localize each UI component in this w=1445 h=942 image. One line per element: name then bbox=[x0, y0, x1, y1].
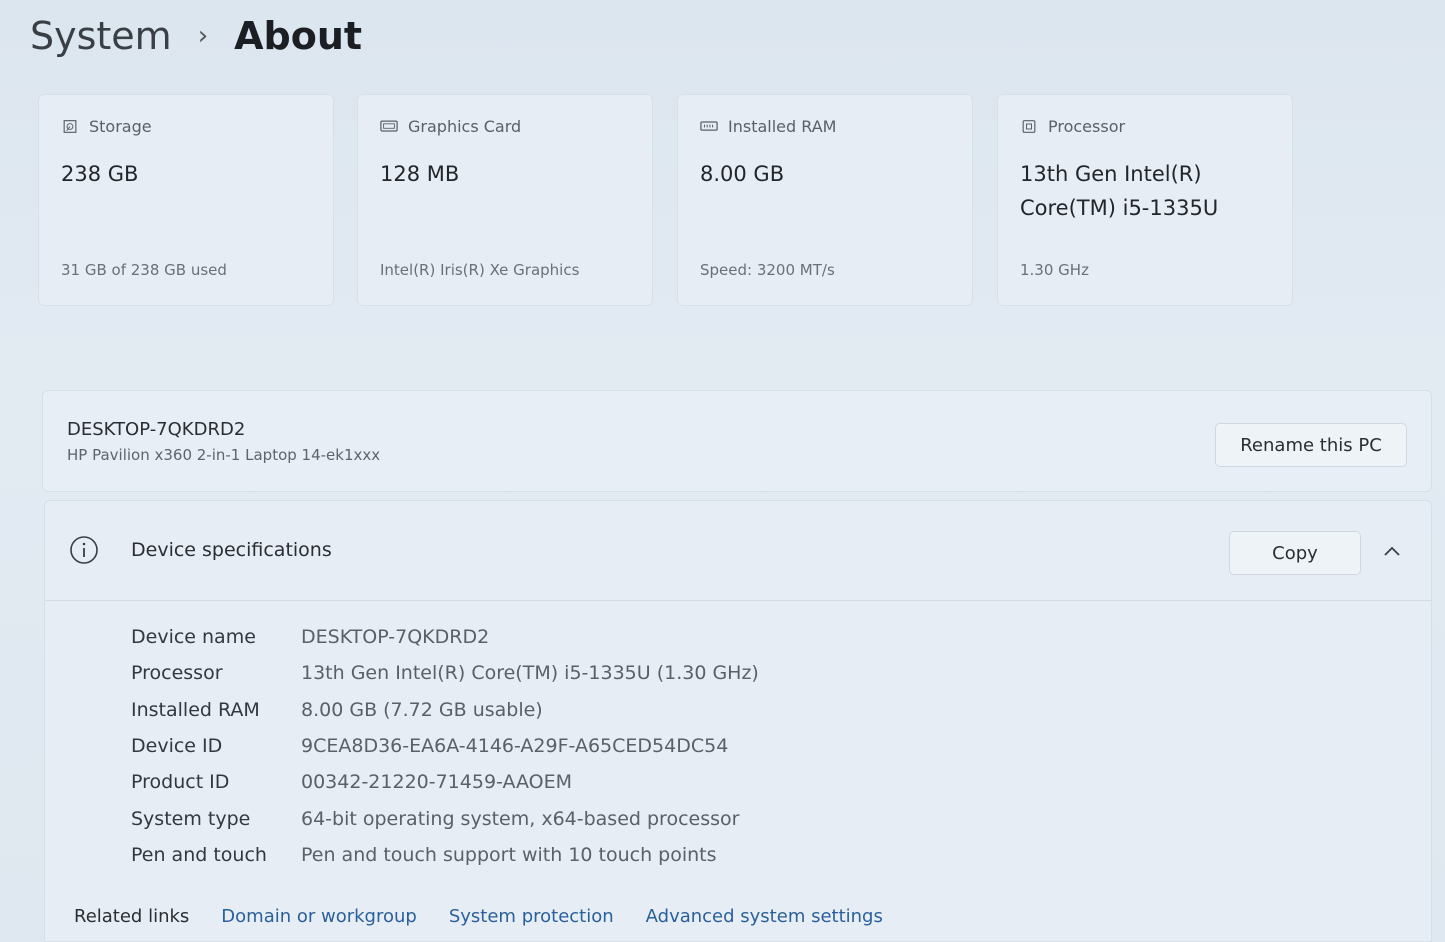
installed-ram-speed: Speed: 3200 MT/s bbox=[700, 261, 835, 279]
ram-icon bbox=[700, 121, 718, 131]
breadcrumb: System › About bbox=[30, 14, 362, 58]
spec-value: 00342-21220-71459-AAOEM bbox=[301, 771, 573, 794]
domain-or-workgroup-link[interactable]: Domain or workgroup bbox=[221, 906, 417, 927]
chevron-up-icon[interactable] bbox=[1381, 543, 1403, 559]
storage-icon bbox=[63, 120, 77, 133]
breadcrumb-system-link[interactable]: System bbox=[30, 14, 172, 58]
installed-ram-label: Installed RAM bbox=[728, 117, 837, 136]
spec-key: Pen and touch bbox=[131, 843, 267, 866]
spec-value: 8.00 GB (7.72 GB usable) bbox=[301, 698, 543, 721]
storage-label: Storage bbox=[89, 117, 152, 136]
spec-value: 13th Gen Intel(R) Core(TM) i5-1335U (1.3… bbox=[301, 662, 759, 685]
spec-key: Product ID bbox=[131, 771, 230, 794]
spec-key: Processor bbox=[131, 662, 223, 685]
spec-row-system-type: System type 64-bit operating system, x64… bbox=[131, 800, 759, 836]
spec-key: Installed RAM bbox=[131, 698, 260, 721]
specification-list: Device name DESKTOP-7QKDRD2 Processor 13… bbox=[131, 619, 759, 873]
related-links-title: Related links bbox=[74, 906, 190, 927]
processor-speed: 1.30 GHz bbox=[1020, 261, 1089, 279]
spec-value: 9CEA8D36-EA6A-4146-A29F-A65CED54DC54 bbox=[301, 735, 729, 758]
device-specifications-title: Device specifications bbox=[131, 539, 332, 561]
installed-ram-value: 8.00 GB bbox=[700, 162, 785, 186]
pc-name-panel: DESKTOP-7QKDRD2 HP Pavilion x360 2-in-1 … bbox=[42, 390, 1432, 492]
spec-key: Device name bbox=[131, 626, 256, 649]
processor-card: Processor 13th Gen Intel(R) Core(TM) i5-… bbox=[997, 94, 1293, 306]
installed-ram-card: Installed RAM 8.00 GB Speed: 3200 MT/s bbox=[677, 94, 973, 306]
rename-pc-button[interactable]: Rename this PC bbox=[1215, 423, 1407, 467]
processor-label: Processor bbox=[1048, 117, 1126, 136]
related-links: Related links Domain or workgroup System… bbox=[74, 906, 883, 927]
spec-key: Device ID bbox=[131, 735, 223, 758]
processor-value: 13th Gen Intel(R) Core(TM) i5-1335U bbox=[1020, 162, 1219, 220]
breadcrumb-separator-icon: › bbox=[197, 21, 209, 51]
spec-row-product-id: Product ID 00342-21220-71459-AAOEM bbox=[131, 764, 759, 800]
spec-row-installed-ram: Installed RAM 8.00 GB (7.72 GB usable) bbox=[131, 692, 759, 728]
spec-value: 64-bit operating system, x64-based proce… bbox=[301, 807, 740, 830]
pc-name: DESKTOP-7QKDRD2 bbox=[67, 419, 246, 440]
processor-icon bbox=[1022, 120, 1036, 133]
system-protection-link[interactable]: System protection bbox=[449, 906, 614, 927]
storage-value: 238 GB bbox=[61, 162, 139, 186]
copy-button[interactable]: Copy bbox=[1229, 531, 1361, 575]
storage-usage: 31 GB of 238 GB used bbox=[61, 261, 227, 279]
graphics-card-model: Intel(R) Iris(R) Xe Graphics bbox=[380, 261, 580, 279]
graphics-card-label: Graphics Card bbox=[408, 117, 522, 136]
advanced-system-settings-link[interactable]: Advanced system settings bbox=[646, 906, 883, 927]
spec-row-pen-and-touch: Pen and touch Pen and touch support with… bbox=[131, 837, 759, 873]
graphics-card-icon bbox=[380, 120, 398, 132]
graphics-card-card: Graphics Card 128 MB Intel(R) Iris(R) Xe… bbox=[357, 94, 653, 306]
spec-value: DESKTOP-7QKDRD2 bbox=[301, 626, 490, 649]
spec-row-processor: Processor 13th Gen Intel(R) Core(TM) i5-… bbox=[131, 655, 759, 691]
page-title: About bbox=[234, 14, 363, 58]
device-specifications-header[interactable]: Device specifications Copy bbox=[45, 501, 1431, 601]
storage-card: Storage 238 GB 31 GB of 238 GB used bbox=[38, 94, 334, 306]
device-specifications-panel: Device specifications Copy Device name D… bbox=[44, 500, 1432, 942]
pc-model: HP Pavilion x360 2-in-1 Laptop 14-ek1xxx bbox=[67, 446, 381, 464]
spec-row-device-name: Device name DESKTOP-7QKDRD2 bbox=[131, 619, 759, 655]
spec-key: System type bbox=[131, 807, 251, 830]
spec-value: Pen and touch support with 10 touch poin… bbox=[301, 843, 717, 866]
graphics-card-value: 128 MB bbox=[380, 162, 460, 186]
spec-row-device-id: Device ID 9CEA8D36-EA6A-4146-A29F-A65CED… bbox=[131, 728, 759, 764]
info-icon bbox=[70, 536, 98, 564]
